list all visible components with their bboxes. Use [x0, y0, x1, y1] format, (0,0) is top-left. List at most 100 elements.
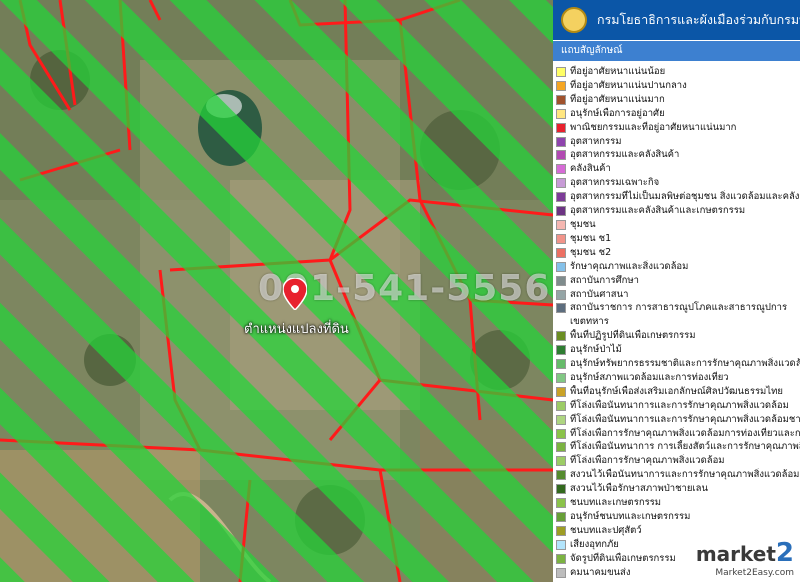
legend-swatch [556, 219, 566, 230]
legend-title: แถบสัญลักษณ์ [553, 40, 800, 61]
legend-item: ชุมชน [553, 218, 800, 232]
legend-label: พื้นที่อนุรักษ์เพื่อส่งเสริมเอกลักษณ์ศิล… [570, 385, 783, 397]
legend-swatch [556, 456, 566, 467]
legend-item: ที่โล่งเพื่อนันทนาการและการรักษาคุณภาพสิ… [553, 399, 800, 413]
legend-swatch [556, 108, 566, 119]
legend-item: ที่อยู่อาศัยหนาแน่นน้อย [553, 65, 800, 79]
legend-label: พื้นที่ปฏิรูปที่ดินเพื่อเกษตรกรรม [570, 330, 696, 342]
legend-list: ที่อยู่อาศัยหนาแน่นน้อยที่อยู่อาศัยหนาแน… [553, 65, 800, 580]
legend-label: อนุรักษ์เพื่อการอยู่อาศัย [570, 107, 665, 119]
legend-label: อนุรักษ์ชนบทและเกษตรกรรม [570, 511, 691, 522]
brand-logo: market2 [695, 538, 794, 568]
legend-label: สถาบันราชการ การสาธารณูปโภคและสาธารณูปกา… [570, 302, 788, 328]
legend-label: สงวนไว้เพื่อรักษาสภาพป่าชายเลน [570, 483, 708, 495]
legend-label: อนุรักษ์สภาพแวดล้อมและการท่องเที่ยว [570, 371, 729, 383]
legend-item: อุตสาหกรรมที่ไม่เป็นมลพิษต่อชุมชน สิ่งแว… [553, 190, 800, 204]
legend-label: อุตสาหกรรมและคลังสินค้าและเกษตรกรรม [570, 205, 746, 217]
legend-item: ที่โล่งเพื่อนันทนาการ การเลี้ยงสัตว์และก… [553, 440, 800, 454]
legend-item: คลังสินค้า [553, 162, 800, 176]
legend-label: อุตสาหกรรมและคลังสินค้า [570, 149, 680, 161]
legend-swatch [556, 414, 566, 425]
legend-swatch [556, 372, 566, 383]
legend-swatch [556, 484, 566, 495]
legend-item: ที่โล่งเพื่อการรักษาคุณภาพสิ่งแวดล้อมการ… [553, 427, 800, 441]
legend-swatch [556, 164, 566, 175]
legend-label: ชุมชน ช2 [570, 246, 612, 258]
legend-swatch [556, 512, 566, 522]
legend-item: รักษาคุณภาพและสิ่งแวดล้อม [553, 260, 800, 274]
legend-item: ที่โล่งเพื่อนันทนาการและการรักษาคุณภาพสิ… [553, 413, 800, 427]
legend-label: อนุรักษ์ทรัพยากรธรรมชาติและการรักษาคุณภา… [570, 358, 800, 370]
legend-label: จัดรูปที่ดินเพื่อเกษตรกรรม [570, 552, 676, 564]
legend-swatch [556, 136, 566, 147]
legend-item: ที่อยู่อาศัยหนาแน่นปานกลาง [553, 79, 800, 93]
legend-swatch [556, 206, 566, 217]
legend-item: อุตสาหกรรมเฉพาะกิจ [553, 176, 800, 190]
legend-item: พื้นที่อนุรักษ์เพื่อส่งเสริมเอกลักษณ์ศิล… [553, 385, 800, 399]
legend-item: ชุมชน ช2 [553, 246, 800, 260]
legend-label: สถาบันศาสนา [570, 288, 629, 300]
legend-panel: กรมโยธาธิการและผังเมืองร่วมกับกรมที่ดิน … [553, 0, 800, 582]
legend-item: ชนบทและเกษตรกรรม [553, 496, 800, 510]
legend-label: คมนาคมขนส่ง [570, 566, 631, 578]
legend-item: สถาบันศาสนา [553, 288, 800, 302]
legend-label: คลังสินค้า [570, 163, 611, 175]
legend-swatch [556, 359, 566, 370]
legend-swatch [556, 331, 566, 342]
legend-label: ที่โล่งเพื่อนันทนาการ การเลี้ยงสัตว์และก… [570, 441, 800, 453]
legend-swatch [556, 400, 566, 411]
legend-item: ที่อยู่อาศัยหนาแน่นมาก [553, 93, 800, 107]
legend-item: สถาบันการศึกษา [553, 274, 800, 288]
legend-item: สงวนไว้เพื่อรักษาสภาพป่าชายเลน [553, 482, 800, 496]
legend-label: สถาบันการศึกษา [570, 274, 639, 286]
legend-label: ที่โล่งเพื่อการรักษาคุณภาพสิ่งแวดล้อม [570, 455, 725, 467]
legend-swatch [556, 442, 566, 453]
legend-swatch [556, 470, 566, 481]
legend-label: อุตสาหกรรม [570, 135, 622, 147]
legend-label: รักษาคุณภาพและสิ่งแวดล้อม [570, 260, 689, 272]
legend-item: อนุรักษ์ชนบทและเกษตรกรรม [553, 510, 800, 524]
legend-swatch [556, 94, 566, 105]
site-url: Market2Easy.com [715, 568, 794, 578]
government-seal-icon [561, 7, 587, 33]
legend-swatch [556, 247, 566, 258]
map-view[interactable]: 091-541-5556 ตำแหน่งแปลงที่ดิน [0, 0, 553, 582]
legend-label: ที่อยู่อาศัยหนาแน่นน้อย [570, 66, 666, 77]
legend-swatch [556, 150, 566, 161]
legend-label: พาณิชยกรรมและที่อยู่อาศัยหนาแน่นมาก [570, 121, 737, 133]
pin-label: ตำแหน่งแปลงที่ดิน [244, 322, 349, 337]
map-pin-icon[interactable] [283, 278, 307, 310]
legend-swatch [556, 289, 566, 300]
legend-label: อุตสาหกรรมที่ไม่เป็นมลพิษต่อชุมชน สิ่งแว… [570, 191, 800, 203]
legend-swatch [556, 261, 566, 272]
legend-label: ชุมชน ช1 [570, 232, 612, 244]
legend-item: ชนบทและปศุสัตว์ [553, 524, 800, 538]
legend-item: อนุรักษ์ทรัพยากรธรรมชาติและการรักษาคุณภา… [553, 357, 800, 371]
legend-label: อุตสาหกรรมเฉพาะกิจ [570, 177, 660, 189]
legend-swatch [556, 567, 566, 578]
legend-label: เสี่ยงอุทกภัย [570, 538, 619, 550]
legend-swatch [556, 80, 566, 91]
legend-item: อุตสาหกรรมและคลังสินค้าและเกษตรกรรม [553, 204, 800, 218]
legend-swatch [556, 553, 566, 564]
legend-item: พื้นที่ปฏิรูปที่ดินเพื่อเกษตรกรรม [553, 329, 800, 343]
legend-label: ชนบทและปศุสัตว์ [570, 524, 642, 536]
legend-label: ที่อยู่อาศัยหนาแน่นมาก [570, 93, 665, 105]
legend-item: พาณิชยกรรมและที่อยู่อาศัยหนาแน่นมาก [553, 121, 800, 135]
legend-label: ชุมชน [570, 218, 596, 230]
legend-item: ชุมชน ช1 [553, 232, 800, 246]
legend-swatch [556, 67, 566, 77]
legend-item: ที่โล่งเพื่อการรักษาคุณภาพสิ่งแวดล้อม [553, 454, 800, 468]
legend-label: ที่โล่งเพื่อการรักษาคุณภาพสิ่งแวดล้อมการ… [570, 427, 800, 439]
legend-swatch [556, 498, 566, 509]
site-watermark: market2 Market2Easy.com [696, 538, 794, 578]
legend-label: ที่อยู่อาศัยหนาแน่นปานกลาง [570, 79, 687, 91]
legend-item: อุตสาหกรรม [553, 135, 800, 149]
legend-swatch [556, 178, 566, 189]
legend-swatch [556, 428, 566, 439]
legend-swatch [556, 386, 566, 397]
legend-item: สงวนไว้เพื่อนันทนาการและการรักษาคุณภาพสิ… [553, 468, 800, 482]
legend-swatch [556, 275, 566, 286]
legend-item: อนุรักษ์สภาพแวดล้อมและการท่องเที่ยว [553, 371, 800, 385]
legend-label: ชนบทและเกษตรกรรม [570, 497, 662, 509]
